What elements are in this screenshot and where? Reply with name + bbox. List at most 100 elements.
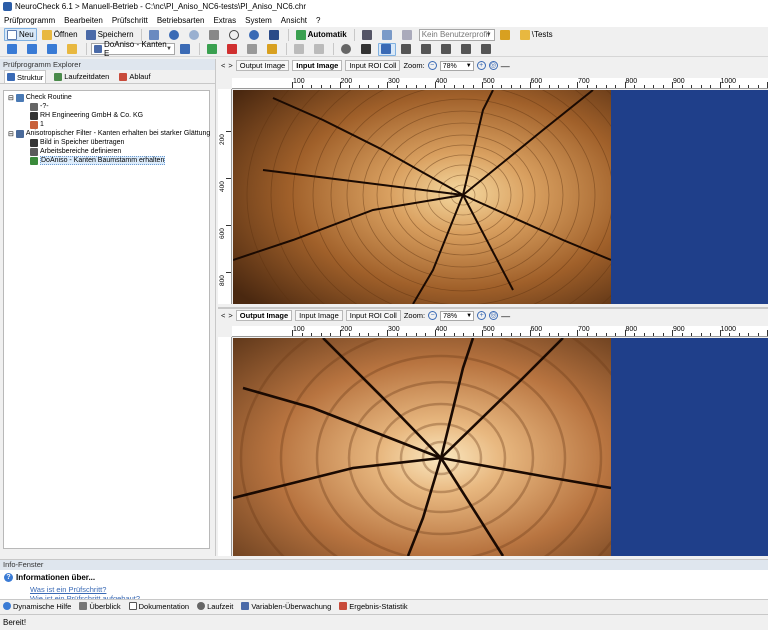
ruler-tick [226,131,231,132]
tab-runtime[interactable]: Laufzeit [197,602,233,611]
tree-item-unknown[interactable]: -?- [30,102,49,111]
ruler-minor-tick [748,333,749,336]
tree-item-define-roi[interactable]: Arbeitsbereiche definieren [30,147,121,156]
abort-button[interactable] [224,43,242,56]
menu-system[interactable]: System [245,16,272,25]
login-button[interactable] [497,28,515,41]
nav-right-icon[interactable]: > [228,61,232,70]
ruler-minor-tick [548,333,550,336]
info-link-what-is-step[interactable]: Was ist ein Prüfschritt? [30,585,106,594]
inspect-button[interactable] [458,43,476,56]
ruler-minor-tick [415,333,417,336]
tab-input-roi[interactable]: Input ROI Coll [345,60,401,71]
zoom-in-icon[interactable]: + [476,61,486,70]
memory-button[interactable] [244,43,262,56]
help-button[interactable] [266,28,284,41]
fit-icon[interactable]: ◎ [489,311,499,320]
copy-button[interactable] [311,43,329,56]
grid-button[interactable] [379,28,397,41]
minimize-icon[interactable]: — [501,311,510,321]
check-button[interactable] [204,43,222,56]
zoom-select[interactable]: 78% ▼ [440,310,475,321]
move-down-button[interactable] [4,43,22,56]
nav-right-icon[interactable]: > [228,311,232,320]
tab-input-image[interactable]: Input Image [295,310,343,321]
tab-variable-watch[interactable]: Variablen-Überwachung [241,602,331,611]
table-icon [401,29,412,40]
ruler-minor-tick [453,85,455,88]
step-select[interactable]: DoAniso - Kanten E ▼ [91,40,175,58]
menu-betriebsarten[interactable]: Betriebsarten [157,16,205,25]
redo-button[interactable] [186,28,204,41]
tree-item-copy-image[interactable]: Bild in Speicher übertragen [30,138,124,147]
ruler-label: 400 [219,181,226,192]
tab-overview[interactable]: Überblick [79,602,121,611]
zoom-select[interactable]: 78% ▼ [439,60,474,71]
ruler-minor-tick [643,333,645,336]
profile-select[interactable]: Kein Benutzerprofil ▼ [418,28,495,41]
export-button[interactable] [478,43,496,56]
step-into-button[interactable] [44,43,62,56]
tab-dynamic-help[interactable]: Dynamische Hilfe [3,602,71,611]
ruler-minor-tick [539,85,540,88]
menu-pruefschritt[interactable]: Prüfschritt [112,16,148,25]
ruler-label: 200 [219,134,226,145]
input-image-canvas[interactable] [233,90,768,304]
cut-button[interactable] [291,43,309,56]
tree-item-number[interactable]: 1 [30,120,44,129]
menu-bearbeiten[interactable]: Bearbeiten [64,16,103,25]
zoom-label: Zoom: [403,61,425,70]
tree-item-company[interactable]: RH Engineering GmbH & Co. KG [30,111,143,120]
output-image-canvas[interactable] [233,338,768,556]
stats-button[interactable] [438,43,456,56]
info-button[interactable] [246,28,264,41]
ruler-minor-tick [748,85,749,88]
tab-output-image[interactable]: Output Image [235,310,293,321]
zoom-label: Zoom: [403,311,426,320]
tree-item-check-routine[interactable]: ⊟ Check Routine [8,93,72,102]
automatic-button[interactable]: Automatik [293,28,350,41]
menu-ansicht[interactable]: Ansicht [281,16,307,25]
tab-struktur[interactable]: Struktur [4,70,47,83]
zoom-button[interactable] [226,28,244,41]
split-button[interactable] [418,43,436,56]
lock-step-button[interactable] [264,43,282,56]
settings-button[interactable] [338,43,356,56]
camera-button[interactable] [359,28,377,41]
tree-item-aniso-filter[interactable]: ⊟ Anisotropischer Filter - Kanten erhalte… [8,129,210,138]
move-up-button[interactable] [24,43,42,56]
nav-left-icon[interactable]: < [221,311,225,320]
fit-icon[interactable]: ◎ [488,61,498,70]
menu-pruefprogramm[interactable]: Prüfprogramm [4,16,55,25]
tree-item-doaniso[interactable]: DoAniso - Kanten Baumstamm erhalten [30,156,166,165]
tab-result-stats[interactable]: Ergebnis-Statistik [339,602,408,611]
folder-button[interactable]: \Tests [517,28,556,41]
zoom-out-icon[interactable]: − [428,311,438,320]
nav-left-icon[interactable]: < [221,61,225,70]
menu-help[interactable]: ? [316,16,320,25]
new-button[interactable]: Neu [4,28,37,41]
chart-button[interactable] [398,43,416,56]
tab-ablauf[interactable]: Ablauf [117,70,152,83]
table-button[interactable] [399,28,417,41]
window-button[interactable] [358,43,376,56]
tab-input-roi[interactable]: Input ROI Coll [345,310,401,321]
tab-documentation[interactable]: Dokumentation [128,602,189,611]
zoom-out-icon[interactable]: − [427,61,437,70]
ruler-minor-tick [510,85,512,88]
print-button[interactable] [206,28,224,41]
program-tree: ⊟ Check Routine -?- RH Engineering GmbH &… [3,90,210,549]
minimize-icon[interactable]: — [501,61,510,71]
open-button[interactable]: Öffnen [39,28,81,41]
menu-extras[interactable]: Extras [213,16,236,25]
tab-output-image[interactable]: Output Image [235,60,290,71]
ruler-minor-tick [377,333,379,336]
layout-button[interactable] [378,42,396,56]
tab-laufzeitdaten[interactable]: Laufzeitdaten [52,70,111,83]
run-step-button[interactable] [177,43,195,56]
zoom-in-icon[interactable]: + [477,311,487,320]
step-out-button[interactable] [64,43,82,56]
tab-input-image[interactable]: Input Image [292,60,343,71]
ruler-label: 100 [293,326,305,333]
arrow-up-icon [27,44,37,54]
